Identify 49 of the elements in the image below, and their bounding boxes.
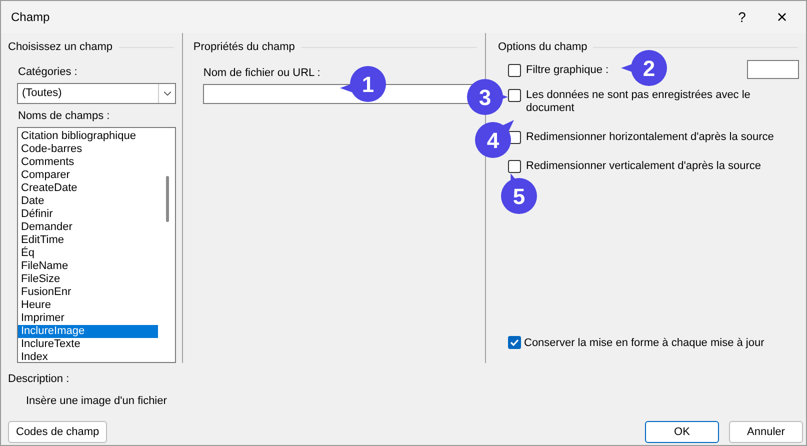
list-item[interactable]: Citation bibliographique [18, 130, 158, 142]
list-item[interactable]: FileName [18, 260, 158, 272]
filter-input[interactable] [747, 60, 799, 78]
ok-button[interactable]: OK [645, 421, 719, 443]
list-item[interactable]: Définir [18, 208, 158, 220]
step-badge: 4 [475, 122, 511, 158]
checkbox-label: Redimensionner verticalement d'après la source [526, 160, 762, 172]
list-item[interactable]: Date [18, 194, 158, 208]
list-item[interactable]: FileSize [18, 272, 158, 286]
field-label: Noms de champs : [18, 109, 110, 124]
list-item[interactable]: EditTime [18, 234, 158, 246]
description-text: Insère une image d'un fichier [26, 394, 167, 408]
checkbox-label: Redimensionner horizontalement d'après la source [526, 130, 775, 144]
category-dropdown[interactable]: (Toutes) [17, 83, 176, 104]
step-badge: 5 [501, 178, 537, 214]
cancel-button[interactable]: Annuler [729, 421, 803, 443]
group-heading: Options du champ [498, 40, 588, 55]
list-item[interactable]: Éq [18, 246, 158, 260]
window-title: Champ [11, 9, 50, 26]
checkbox-label: Conserver la mise en forme à chaque mise à jour [524, 336, 764, 350]
group-heading: Choisissez un champ [8, 40, 113, 55]
close-button[interactable]: × [762, 1, 802, 33]
list-item[interactable]: Heure [18, 298, 158, 312]
list-item[interactable]: Comments [18, 156, 158, 168]
list-item[interactable]: Imprimer [18, 312, 158, 324]
list-item[interactable]: Comparer [18, 168, 158, 182]
field-name-list[interactable]: Citation bibliographique Code-barres Comments Comparer CreateDate Date Définir Demander EditTime Éq FileName FileSize FusionEnr Heure Imprimer InclureImage InclureTexte Index [17, 126, 176, 363]
list-item[interactable]: CreateDate [18, 182, 158, 194]
list-item[interactable]: FusionEnr [18, 286, 158, 298]
scrollbar-thumb[interactable] [166, 176, 169, 222]
list-item[interactable]: Index [18, 350, 158, 362]
list-item[interactable]: InclureImage [18, 324, 158, 338]
checkbox-label: Filtre graphique : [526, 64, 609, 76]
field-codes-button[interactable]: Codes de champ [8, 421, 108, 443]
help-button[interactable]: ? [722, 1, 762, 33]
checkbox[interactable] [508, 160, 521, 172]
list-item[interactable]: InclureTexte [18, 338, 158, 350]
group-heading: Propriétés du champ [193, 40, 295, 55]
checkbox[interactable] [508, 64, 521, 76]
list-item[interactable]: Demander [18, 220, 158, 234]
step-badge: 2 [631, 50, 667, 86]
field-label: Nom de fichier ou URL : [203, 66, 320, 80]
field-label: Catégories : [18, 64, 78, 80]
list-item[interactable]: Code-barres [18, 142, 158, 156]
description-label: Description : [8, 372, 70, 387]
checkbox[interactable] [508, 336, 521, 350]
checkbox-label: Les données ne sont pas enregistrées avec le document [526, 88, 752, 114]
checkbox[interactable] [508, 88, 521, 102]
step-badge: 1 [350, 66, 386, 102]
